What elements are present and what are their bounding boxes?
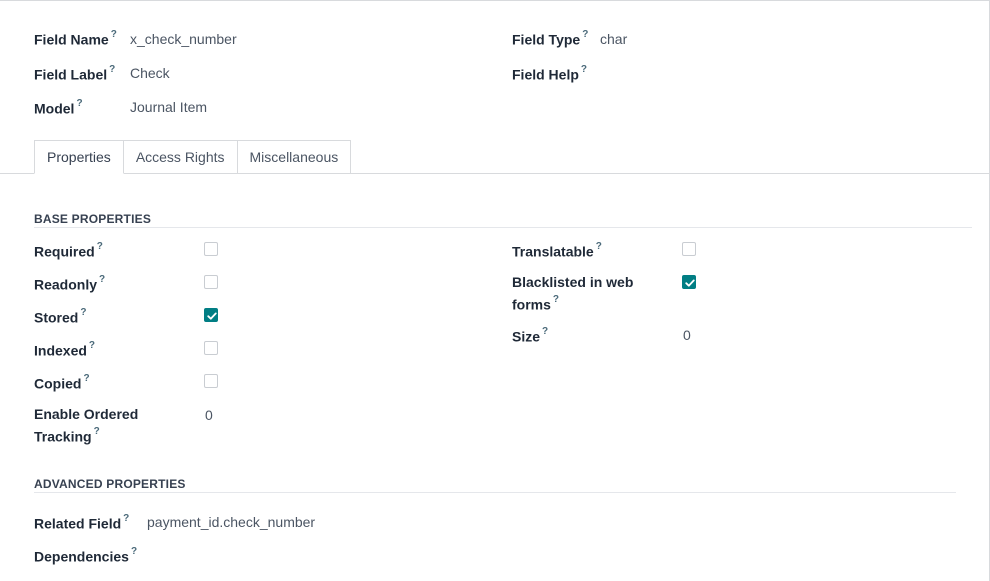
help-icon[interactable]: ? xyxy=(94,426,100,437)
help-icon[interactable]: ? xyxy=(76,98,82,109)
help-icon[interactable]: ? xyxy=(80,307,86,318)
indexed-label: Indexed? xyxy=(34,340,96,359)
help-icon[interactable]: ? xyxy=(542,326,548,337)
stored-label: Stored? xyxy=(34,307,87,326)
help-icon[interactable]: ? xyxy=(83,373,89,384)
tab-properties[interactable]: Properties xyxy=(34,140,124,174)
advanced-properties-heading: ADVANCED PROPERTIES xyxy=(34,477,186,491)
help-icon[interactable]: ? xyxy=(109,64,115,75)
field-label-value: Check xyxy=(130,65,170,81)
blacklisted-checkbox[interactable] xyxy=(682,275,696,289)
size-value[interactable]: 0 xyxy=(683,325,691,345)
required-checkbox[interactable] xyxy=(204,242,218,256)
notebook-tabs: Properties Access Rights Miscellaneous xyxy=(34,140,352,174)
related-field-value[interactable]: payment_id.check_number xyxy=(147,512,315,532)
stored-checkbox[interactable] xyxy=(204,308,218,322)
field-label-label: Field Label? xyxy=(34,64,116,83)
section-divider xyxy=(34,492,956,493)
form-sheet: Field Name? x_check_number Field Label? … xyxy=(0,0,990,581)
readonly-label: Readonly? xyxy=(34,274,106,293)
help-icon[interactable]: ? xyxy=(131,546,137,557)
help-icon[interactable]: ? xyxy=(596,241,602,252)
help-icon[interactable]: ? xyxy=(581,64,587,75)
tracking-value[interactable]: 0 xyxy=(205,405,213,425)
related-field-label: Related Field? xyxy=(34,513,130,532)
model-value: Journal Item xyxy=(130,99,208,115)
field-type-value: char xyxy=(600,31,628,47)
help-icon[interactable]: ? xyxy=(99,274,105,285)
translatable-checkbox[interactable] xyxy=(682,242,696,256)
check-icon xyxy=(207,312,217,320)
field-type-label: Field Type? xyxy=(512,29,589,48)
readonly-checkbox[interactable] xyxy=(204,275,218,289)
copied-label: Copied? xyxy=(34,373,90,392)
field-help-label: Field Help? xyxy=(512,64,588,83)
blacklisted-label-line2: forms? xyxy=(512,294,560,313)
section-divider xyxy=(34,227,972,228)
tracking-label-line1: Enable Ordered xyxy=(34,406,139,422)
help-icon[interactable]: ? xyxy=(97,241,103,252)
help-icon[interactable]: ? xyxy=(89,340,95,351)
model-label: Model? xyxy=(34,98,83,117)
blacklisted-label-line1: Blacklisted in web xyxy=(512,274,634,290)
field-name-label: Field Name? xyxy=(34,29,117,48)
help-icon[interactable]: ? xyxy=(582,29,588,40)
help-icon[interactable]: ? xyxy=(553,294,559,305)
field-name-value: x_check_number xyxy=(130,31,237,47)
translatable-label: Translatable? xyxy=(512,241,602,260)
tab-miscellaneous[interactable]: Miscellaneous xyxy=(236,140,352,174)
check-icon xyxy=(685,279,695,287)
tracking-label-line2: Tracking? xyxy=(34,426,100,445)
dependencies-label: Dependencies? xyxy=(34,546,138,565)
help-icon[interactable]: ? xyxy=(111,29,117,40)
size-label: Size? xyxy=(512,326,549,345)
help-icon[interactable]: ? xyxy=(123,513,129,524)
required-label: Required? xyxy=(34,241,103,260)
base-properties-heading: BASE PROPERTIES xyxy=(34,212,152,226)
tab-access-rights[interactable]: Access Rights xyxy=(122,140,238,174)
indexed-checkbox[interactable] xyxy=(204,341,218,355)
copied-checkbox[interactable] xyxy=(204,374,218,388)
